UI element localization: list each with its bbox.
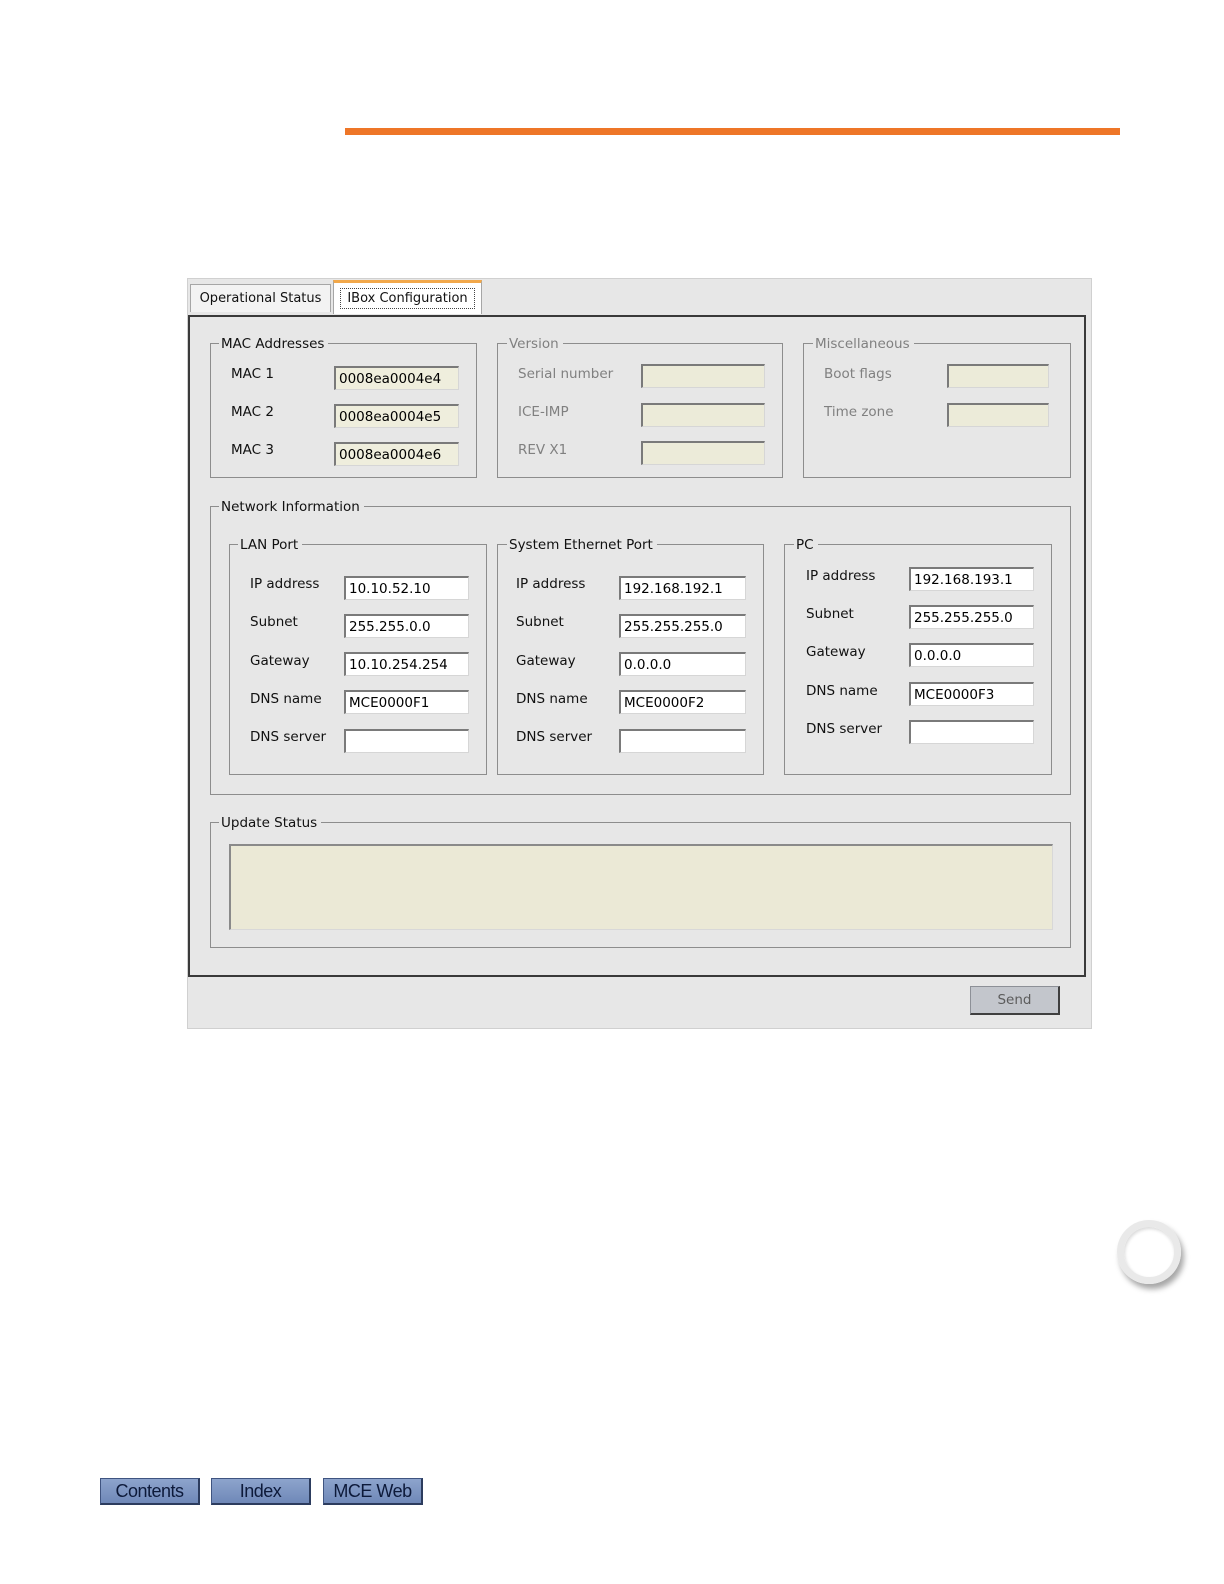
sys-gateway-label: Gateway bbox=[516, 653, 576, 669]
mac3-label: MAC 3 bbox=[231, 442, 274, 458]
pc-ip-input[interactable] bbox=[909, 567, 1034, 591]
serial-number-field bbox=[641, 364, 765, 388]
mac3-field[interactable] bbox=[334, 442, 459, 466]
mac2-field[interactable] bbox=[334, 404, 459, 428]
lan-gateway-label: Gateway bbox=[250, 653, 310, 669]
group-title: LAN Port bbox=[238, 537, 303, 553]
pc-dns-name-input[interactable] bbox=[909, 682, 1034, 706]
lan-dns-name-label: DNS name bbox=[250, 691, 322, 707]
tab-operational-status[interactable]: Operational Status bbox=[190, 284, 331, 312]
time-zone-label: Time zone bbox=[824, 404, 894, 420]
serial-number-label: Serial number bbox=[518, 366, 614, 382]
contents-button[interactable]: Contents bbox=[100, 1478, 200, 1505]
header-rule bbox=[345, 128, 1120, 135]
sys-dns-server-input[interactable] bbox=[619, 729, 746, 753]
page-ring-icon bbox=[1117, 1220, 1181, 1284]
group-title: Miscellaneous bbox=[813, 336, 914, 352]
send-button[interactable]: Send bbox=[970, 986, 1060, 1015]
lan-subnet-label: Subnet bbox=[250, 614, 298, 630]
group-title: MAC Addresses bbox=[219, 336, 329, 352]
lan-dns-name-input[interactable] bbox=[344, 690, 469, 714]
mac1-label: MAC 1 bbox=[231, 366, 274, 382]
ice-imp-field bbox=[641, 403, 765, 427]
tab-label: IBox Configuration bbox=[340, 288, 475, 309]
sys-ip-input[interactable] bbox=[619, 576, 746, 600]
group-title: Update Status bbox=[219, 815, 322, 831]
ice-imp-label: ICE-IMP bbox=[518, 404, 569, 420]
pc-subnet-input[interactable] bbox=[909, 605, 1034, 629]
pc-dns-name-label: DNS name bbox=[806, 683, 878, 699]
sys-gateway-input[interactable] bbox=[619, 652, 746, 676]
pc-dns-server-label: DNS server bbox=[806, 721, 883, 737]
lan-gateway-input[interactable] bbox=[344, 652, 469, 676]
mac1-field[interactable] bbox=[334, 366, 459, 390]
sys-subnet-input[interactable] bbox=[619, 614, 746, 638]
sys-dns-server-label: DNS server bbox=[516, 729, 593, 745]
tab-label: Operational Status bbox=[199, 291, 322, 306]
lan-dns-server-input[interactable] bbox=[344, 729, 469, 753]
pc-dns-server-input[interactable] bbox=[909, 720, 1034, 744]
update-status-area bbox=[229, 844, 1053, 930]
sys-dns-name-input[interactable] bbox=[619, 690, 746, 714]
boot-flags-field bbox=[947, 364, 1049, 388]
lan-subnet-input[interactable] bbox=[344, 614, 469, 638]
mac2-label: MAC 2 bbox=[231, 404, 274, 420]
group-title: System Ethernet Port bbox=[507, 537, 657, 553]
pc-ip-label: IP address bbox=[806, 568, 876, 584]
mce-web-button[interactable]: MCE Web bbox=[323, 1478, 423, 1505]
time-zone-field bbox=[947, 403, 1049, 427]
pc-subnet-label: Subnet bbox=[806, 606, 854, 622]
group-title: PC bbox=[794, 537, 818, 553]
pc-gateway-label: Gateway bbox=[806, 644, 866, 660]
lan-ip-label: IP address bbox=[250, 576, 320, 592]
sys-subnet-label: Subnet bbox=[516, 614, 564, 630]
index-button[interactable]: Index bbox=[211, 1478, 311, 1505]
group-title: Network Information bbox=[219, 499, 364, 515]
sys-ip-label: IP address bbox=[516, 576, 586, 592]
rev-x1-field bbox=[641, 441, 765, 465]
lan-ip-input[interactable] bbox=[344, 576, 469, 600]
tab-ibox-configuration[interactable]: IBox Configuration bbox=[333, 280, 482, 314]
rev-x1-label: REV X1 bbox=[518, 442, 568, 458]
boot-flags-label: Boot flags bbox=[824, 366, 892, 382]
sys-dns-name-label: DNS name bbox=[516, 691, 588, 707]
pc-gateway-input[interactable] bbox=[909, 643, 1034, 667]
lan-dns-server-label: DNS server bbox=[250, 729, 327, 745]
group-title: Version bbox=[507, 336, 563, 352]
